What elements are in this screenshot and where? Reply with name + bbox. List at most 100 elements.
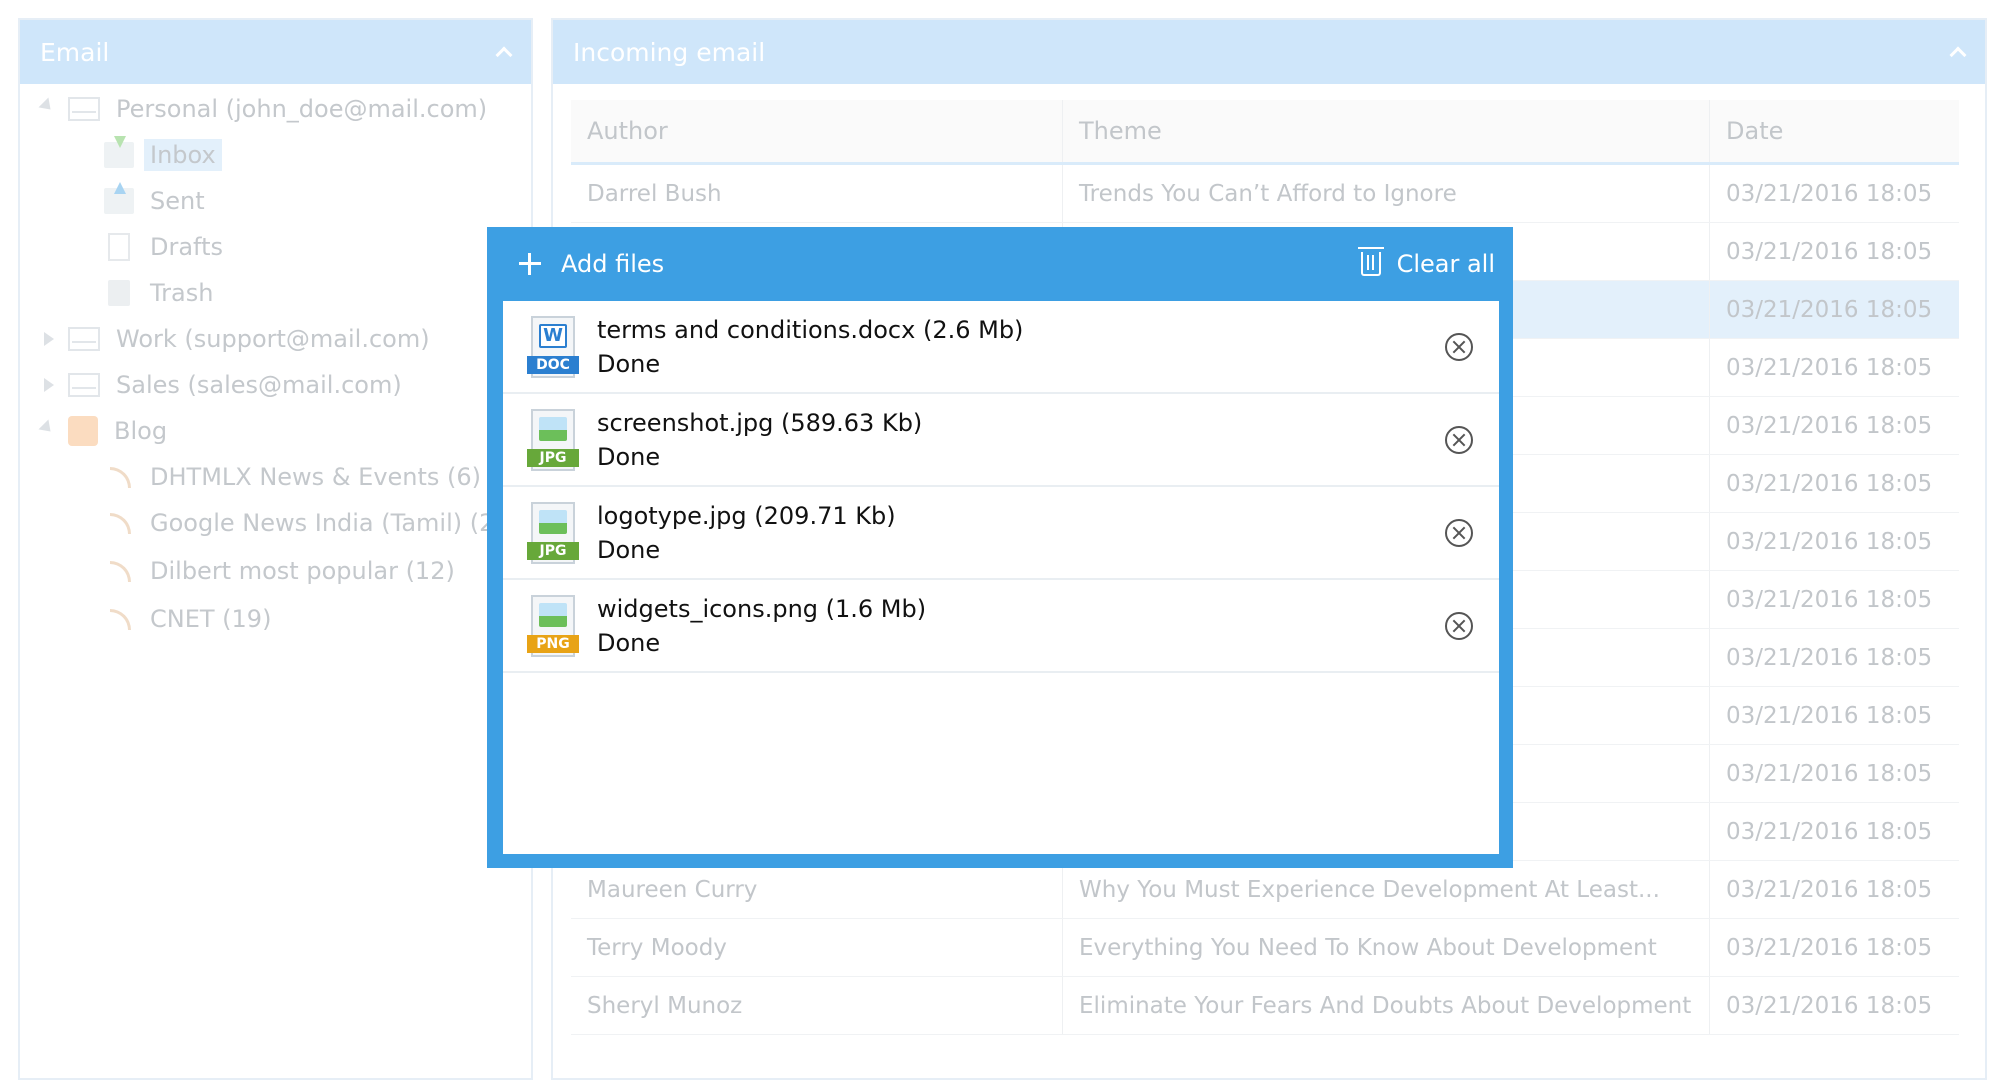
column-header-theme[interactable]: Theme xyxy=(1063,100,1710,162)
date-cell: 03/21/2016 18:05 xyxy=(1726,238,1933,265)
author-cell: Terry Moody xyxy=(571,919,1063,976)
file-status: Done xyxy=(597,349,661,378)
file-status: Done xyxy=(597,535,661,564)
file-status: Done xyxy=(597,442,661,471)
email-panel-title: Email xyxy=(40,37,110,67)
file-name: terms and conditions.docx (2.6 Mb) xyxy=(597,315,1024,344)
tree-item-label: Work (support@mail.com) xyxy=(116,325,430,353)
trash-icon xyxy=(1357,247,1384,276)
incoming-panel-header[interactable]: Incoming email xyxy=(553,20,1985,84)
inbox-icon xyxy=(104,136,134,168)
date-cell: 03/21/2016 18:05 xyxy=(1726,644,1933,671)
date-cell: 03/21/2016 18:05 xyxy=(1726,760,1933,787)
theme-cell: Why You Must Experience Development At L… xyxy=(1063,861,1710,918)
tree-item-label: Sales (sales@mail.com) xyxy=(116,371,402,399)
date-cell: 03/21/2016 18:05 xyxy=(1726,702,1933,729)
rss-icon xyxy=(68,416,98,446)
tree-item-label: DHTMLX News & Events (6) xyxy=(150,463,482,491)
envelope-icon xyxy=(68,97,100,121)
file-info: logotype.jpg (209.71 Kb) Done xyxy=(597,499,896,567)
tree-item-inbox[interactable]: Inbox xyxy=(104,135,222,175)
file-info: widgets_icons.png (1.6 Mb) Done xyxy=(597,592,926,660)
rss-icon xyxy=(108,606,134,632)
file-info: screenshot.jpg (589.63 Kb) Done xyxy=(597,406,922,474)
date-cell: 03/21/2016 18:05 xyxy=(1726,354,1933,381)
collapse-chevron-icon[interactable] xyxy=(495,44,511,60)
expand-arrow-icon[interactable] xyxy=(38,97,56,115)
file-status: Done xyxy=(597,628,661,657)
remove-file-icon[interactable] xyxy=(1445,426,1473,454)
grid-header: Author Theme Date xyxy=(571,100,1959,165)
date-cell: 03/21/2016 18:05 xyxy=(1726,528,1933,555)
tree-item-feed[interactable]: DHTMLX News & Events (6) xyxy=(108,457,487,497)
collapse-chevron-icon[interactable] xyxy=(1949,44,1965,60)
file-name: screenshot.jpg (589.63 Kb) xyxy=(597,408,923,437)
tree-item-label: Trash xyxy=(150,279,214,307)
doc-file-icon: W DOC xyxy=(527,315,579,378)
file-info: terms and conditions.docx (2.6 Mb) Done xyxy=(597,313,1023,381)
remove-file-icon[interactable] xyxy=(1445,612,1473,640)
date-cell: 03/21/2016 18:05 xyxy=(1726,876,1933,903)
sent-icon xyxy=(104,182,134,214)
tree-item-personal[interactable]: Personal (john_doe@mail.com) xyxy=(38,89,493,129)
tree-item-trash[interactable]: Trash xyxy=(104,273,219,313)
theme-cell: Trends You Can’t Afford to Ignore xyxy=(1063,165,1710,222)
author-cell: Maureen Curry xyxy=(571,861,1063,918)
tree-item-label: Google News India (Tamil) (27) xyxy=(150,509,519,537)
envelope-icon xyxy=(68,327,100,351)
tree-item-feed[interactable]: Dilbert most popular (12) xyxy=(108,551,461,591)
remove-file-icon[interactable] xyxy=(1445,519,1473,547)
jpg-file-icon: JPG xyxy=(527,501,579,564)
date-cell: 03/21/2016 18:05 xyxy=(1726,470,1933,497)
tree-item-sales[interactable]: Sales (sales@mail.com) xyxy=(40,365,408,405)
expand-arrow-icon[interactable] xyxy=(44,332,54,346)
rss-icon xyxy=(108,558,134,584)
trash-icon xyxy=(108,280,130,306)
author-cell: Sheryl Munoz xyxy=(571,977,1063,1034)
expand-arrow-icon[interactable] xyxy=(44,378,54,392)
email-row[interactable]: Maureen Curry Why You Must Experience Dev… xyxy=(571,861,1959,919)
add-files-button[interactable]: Add files xyxy=(503,250,664,278)
email-panel-header[interactable]: Email xyxy=(20,20,531,84)
tree-item-sent[interactable]: Sent xyxy=(104,181,211,221)
uploaded-file-list: W DOC terms and conditions.docx (2.6 Mb) Do… xyxy=(503,301,1499,854)
theme-cell: Everything You Need To Know About Develo… xyxy=(1063,919,1710,976)
date-cell: 03/21/2016 18:05 xyxy=(1726,992,1933,1019)
remove-file-icon[interactable] xyxy=(1445,333,1473,361)
clear-all-label: Clear all xyxy=(1396,250,1495,278)
tree-item-label: CNET (19) xyxy=(150,605,272,633)
expand-arrow-icon[interactable] xyxy=(38,419,56,437)
file-name: widgets_icons.png (1.6 Mb) xyxy=(597,594,927,623)
date-cell: 03/21/2016 18:05 xyxy=(1726,412,1933,439)
rss-icon xyxy=(108,510,134,536)
uploaded-file-item: PNG widgets_icons.png (1.6 Mb) Done xyxy=(503,580,1499,673)
email-row[interactable]: Darrel Bush Trends You Can’t Afford to Ig… xyxy=(571,165,1959,223)
email-row[interactable]: Sheryl Munoz Eliminate Your Fears And Dou… xyxy=(571,977,1959,1035)
tree-item-drafts[interactable]: Drafts xyxy=(104,227,229,267)
uploader-toolbar: Add files Clear all xyxy=(503,227,1499,301)
envelope-icon xyxy=(68,373,100,397)
date-cell: 03/21/2016 18:05 xyxy=(1726,934,1933,961)
tree-item-label: Dilbert most popular (12) xyxy=(150,557,455,585)
clear-all-button[interactable]: Clear all xyxy=(1357,247,1495,278)
jpg-file-icon: JPG xyxy=(527,408,579,471)
tree-item-label: Inbox xyxy=(144,139,222,171)
tree-item-feed[interactable]: Google News India (Tamil) (27) xyxy=(108,503,525,543)
uploaded-file-item: W DOC terms and conditions.docx (2.6 Mb) Do… xyxy=(503,301,1499,394)
tree-item-feed[interactable]: CNET (19) xyxy=(108,599,277,639)
column-header-author[interactable]: Author xyxy=(571,100,1063,162)
author-cell: Darrel Bush xyxy=(571,165,1063,222)
tree-item-blog[interactable]: Blog xyxy=(38,411,173,451)
date-cell: 03/21/2016 18:05 xyxy=(1726,818,1933,845)
file-uploader: Add files Clear all W DOC terms and condit… xyxy=(487,227,1513,868)
add-files-label: Add files xyxy=(561,250,665,278)
tree-item-label: Drafts xyxy=(150,233,223,261)
uploaded-file-item: JPG screenshot.jpg (589.63 Kb) Done xyxy=(503,394,1499,487)
uploaded-file-item: JPG logotype.jpg (209.71 Kb) Done xyxy=(503,487,1499,580)
tree-item-label: Blog xyxy=(114,417,168,445)
file-name: logotype.jpg (209.71 Kb) xyxy=(597,501,896,530)
tree-item-work[interactable]: Work (support@mail.com) xyxy=(40,319,436,359)
date-cell: 03/21/2016 18:05 xyxy=(1726,586,1933,613)
column-header-date[interactable]: Date xyxy=(1710,100,1959,162)
email-row[interactable]: Terry Moody Everything You Need To Know A… xyxy=(571,919,1959,977)
